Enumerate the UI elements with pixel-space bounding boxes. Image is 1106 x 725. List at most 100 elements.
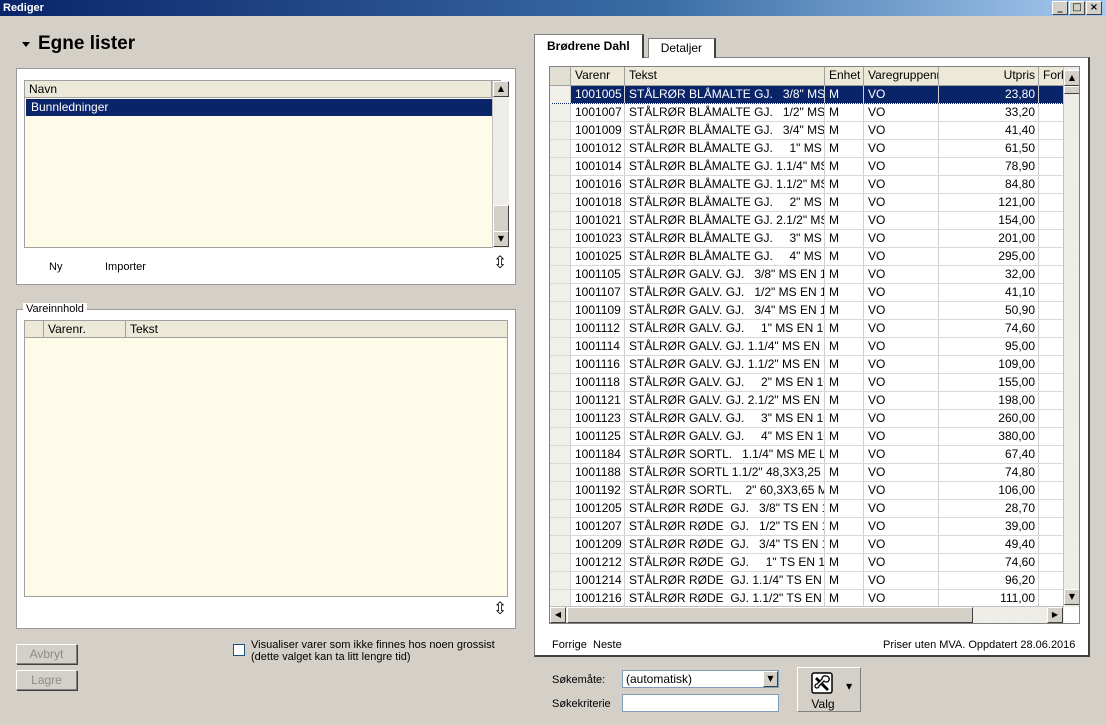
table-row[interactable]: 1001009 STÅLRØR BLÅMALTE GJ. 3/4" MS M VO 41… — [550, 122, 1064, 140]
col-tekst[interactable]: Tekst — [126, 321, 507, 337]
cell-utpris: 32,00 — [939, 266, 1039, 283]
visualize-checkbox[interactable] — [233, 644, 245, 656]
list-item[interactable]: Bunnledninger — [26, 99, 492, 116]
table-row[interactable]: 1001116 STÅLRØR GALV. GJ. 1.1/2" MS EN 1M… — [550, 356, 1064, 374]
cell-forb — [1039, 338, 1064, 355]
cell-tekst: STÅLRØR BLÅMALTE GJ. 3" MS E — [625, 230, 825, 247]
cell-tekst: STÅLRØR RØDE GJ. 1" TS EN 10 — [625, 554, 825, 571]
cell-enhet: M — [825, 446, 864, 463]
table-row[interactable]: 1001021 STÅLRØR BLÅMALTE GJ. 2.1/2" MS M VO… — [550, 212, 1064, 230]
table-row[interactable]: 1001014 STÅLRØR BLÅMALTE GJ. 1.1/4" MS M VO… — [550, 158, 1064, 176]
section-header[interactable]: Egne lister — [22, 33, 135, 55]
products-vscroll[interactable]: ▲ ▼ — [1063, 67, 1079, 607]
up-down-arrows-icon[interactable]: ⇳ — [493, 601, 507, 618]
price-note: Priser uten MVA. Oppdatert 28.06.2016 — [883, 639, 1076, 651]
search-mode-select[interactable]: (automatisk) ▼ — [622, 670, 779, 688]
table-row[interactable]: 1001205 STÅLRØR RØDE GJ. 3/8" TS EN 1 M VO 2… — [550, 500, 1064, 518]
table-row[interactable]: 1001016 STÅLRØR BLÅMALTE GJ. 1.1/2" MS M VO… — [550, 176, 1064, 194]
table-row[interactable]: 1001118 STÅLRØR GALV. GJ. 2" MS EN 10 M VO 1… — [550, 374, 1064, 392]
cell-varenr: 1001007 — [571, 104, 625, 121]
col-tekst[interactable]: Tekst — [625, 67, 825, 85]
cell-forb — [1039, 212, 1064, 229]
table-row[interactable]: 1001005 STÅLRØR BLÅMALTE GJ. 3/8" MS M VO 23… — [550, 86, 1064, 104]
scroll-left-icon[interactable]: ◀ — [550, 607, 566, 623]
row-selector — [550, 500, 571, 517]
cell-tekst: STÅLRØR GALV. GJ. 3/8" MS EN 1 — [625, 266, 825, 283]
table-row[interactable]: 1001209 STÅLRØR RØDE GJ. 3/4" TS EN 1 M VO 4… — [550, 536, 1064, 554]
tab-brodrene-dahl[interactable]: Brødrene Dahl — [534, 34, 644, 58]
col-enhet[interactable]: Enhet — [825, 67, 864, 85]
table-row[interactable]: 1001114 STÅLRØR GALV. GJ. 1.1/4" MS EN 1M… — [550, 338, 1064, 356]
valg-button[interactable]: ▼ Valg — [797, 667, 861, 712]
table-row[interactable]: 1001214 STÅLRØR RØDE GJ. 1.1/4" TS EN 1MV… — [550, 572, 1064, 590]
scroll-down-icon[interactable]: ▼ — [493, 231, 509, 247]
col-varenr[interactable]: Varenr — [571, 67, 625, 85]
cell-varenr: 1001021 — [571, 212, 625, 229]
cell-forb — [1039, 392, 1064, 409]
cell-utpris: 95,00 — [939, 338, 1039, 355]
table-row[interactable]: 1001107 STÅLRØR GALV. GJ. 1/2" MS EN 1 M VO… — [550, 284, 1064, 302]
col-utpris[interactable]: Utpris — [939, 67, 1039, 85]
lists-grid-header: Navn — [25, 81, 492, 98]
search-criteria-input[interactable] — [622, 694, 779, 712]
close-button[interactable]: × — [1086, 1, 1102, 15]
cell-tekst: STÅLRØR GALV. GJ. 4" MS EN 10 — [625, 428, 825, 445]
table-row[interactable]: 1001105 STÅLRØR GALV. GJ. 3/8" MS EN 1 M VO… — [550, 266, 1064, 284]
row-selector — [550, 158, 571, 175]
table-row[interactable]: 1001192 STÅLRØR SORTL. 2" 60,3X3,65 M M VO 1… — [550, 482, 1064, 500]
col-forb[interactable]: Forb — [1039, 67, 1064, 85]
cell-tekst: STÅLRØR RØDE GJ. 1.1/4" TS EN 1 — [625, 572, 825, 589]
save-button[interactable]: Lagre — [16, 670, 77, 690]
chevron-down-icon[interactable]: ▼ — [846, 682, 852, 691]
scroll-thumb[interactable] — [1064, 86, 1079, 94]
table-row[interactable]: 1001125 STÅLRØR GALV. GJ. 4" MS EN 10 M VO 3… — [550, 428, 1064, 446]
up-down-arrows-icon[interactable]: ⇳ — [493, 255, 507, 272]
tab-detaljer[interactable]: Detaljer — [647, 38, 717, 58]
table-row[interactable]: 1001023 STÅLRØR BLÅMALTE GJ. 3" MS E M VO 20… — [550, 230, 1064, 248]
table-row[interactable]: 1001109 STÅLRØR GALV. GJ. 3/4" MS EN 1 M VO… — [550, 302, 1064, 320]
table-row[interactable]: 1001184 STÅLRØR SORTL. 1.1/4" MS ME L M VO 6… — [550, 446, 1064, 464]
import-link[interactable]: Importer — [105, 261, 146, 273]
cell-enhet: M — [825, 320, 864, 337]
tools-icon — [811, 672, 833, 694]
table-row[interactable]: 1001018 STÅLRØR BLÅMALTE GJ. 2" MS E M VO 12… — [550, 194, 1064, 212]
scroll-right-icon[interactable]: ▶ — [1047, 607, 1063, 623]
table-row[interactable]: 1001121 STÅLRØR GALV. GJ. 2.1/2" MS EN 1M… — [550, 392, 1064, 410]
cell-varenr: 1001012 — [571, 140, 625, 157]
table-row[interactable]: 1001123 STÅLRØR GALV. GJ. 3" MS EN 10 M VO 2… — [550, 410, 1064, 428]
cell-tekst: STÅLRØR GALV. GJ. 2" MS EN 10 — [625, 374, 825, 391]
cancel-button[interactable]: Avbryt — [16, 644, 77, 664]
cell-enhet: M — [825, 212, 864, 229]
cell-varegruppe: VO — [864, 500, 939, 517]
scroll-up-icon[interactable]: ▲ — [493, 81, 509, 97]
table-row[interactable]: 1001012 STÅLRØR BLÅMALTE GJ. 1" MS E M VO 61… — [550, 140, 1064, 158]
lists-scrollbar[interactable]: ▲ ▼ — [492, 81, 509, 248]
cell-forb — [1039, 536, 1064, 553]
table-row[interactable]: 1001188 STÅLRØR SORTL 1.1/2" 48,3X3,25 M VO… — [550, 464, 1064, 482]
table-row[interactable]: 1001025 STÅLRØR BLÅMALTE GJ. 4" MS E M VO 29… — [550, 248, 1064, 266]
minimize-button[interactable]: _ — [1052, 1, 1068, 15]
next-link[interactable]: Neste — [593, 639, 622, 651]
table-row[interactable]: 1001007 STÅLRØR BLÅMALTE GJ. 1/2" MS M VO 33… — [550, 104, 1064, 122]
table-row[interactable]: 1001207 STÅLRØR RØDE GJ. 1/2" TS EN 1 M VO 3… — [550, 518, 1064, 536]
products-hscroll[interactable]: ◀ ▶ — [550, 606, 1064, 623]
table-row[interactable]: 1001212 STÅLRØR RØDE GJ. 1" TS EN 10 M VO 74… — [550, 554, 1064, 572]
search-criteria-label: Søkekriterie — [552, 698, 611, 710]
maximize-button[interactable]: □ — [1069, 1, 1085, 15]
col-varenr[interactable]: Varenr. — [44, 321, 126, 337]
scroll-up-icon[interactable]: ▲ — [1064, 70, 1079, 86]
cell-varegruppe: VO — [864, 464, 939, 481]
col-navn[interactable]: Navn — [25, 81, 491, 97]
prev-link[interactable]: Forrige — [552, 639, 587, 651]
dropdown-arrow-icon[interactable]: ▼ — [763, 671, 778, 687]
cell-enhet: M — [825, 482, 864, 499]
new-list-link[interactable]: Ny — [49, 261, 62, 273]
table-row[interactable]: 1001112 STÅLRØR GALV. GJ. 1" MS EN 10 M VO 7… — [550, 320, 1064, 338]
scroll-down-icon[interactable]: ▼ — [1064, 589, 1079, 605]
tab-strip: Brødrene Dahl Detaljer — [534, 34, 717, 58]
cell-enhet: M — [825, 86, 864, 103]
hscroll-thumb[interactable] — [567, 607, 973, 623]
scroll-thumb[interactable] — [493, 205, 509, 233]
row-selector — [550, 320, 571, 337]
col-varegruppe[interactable]: Varegruppenr — [864, 67, 939, 85]
